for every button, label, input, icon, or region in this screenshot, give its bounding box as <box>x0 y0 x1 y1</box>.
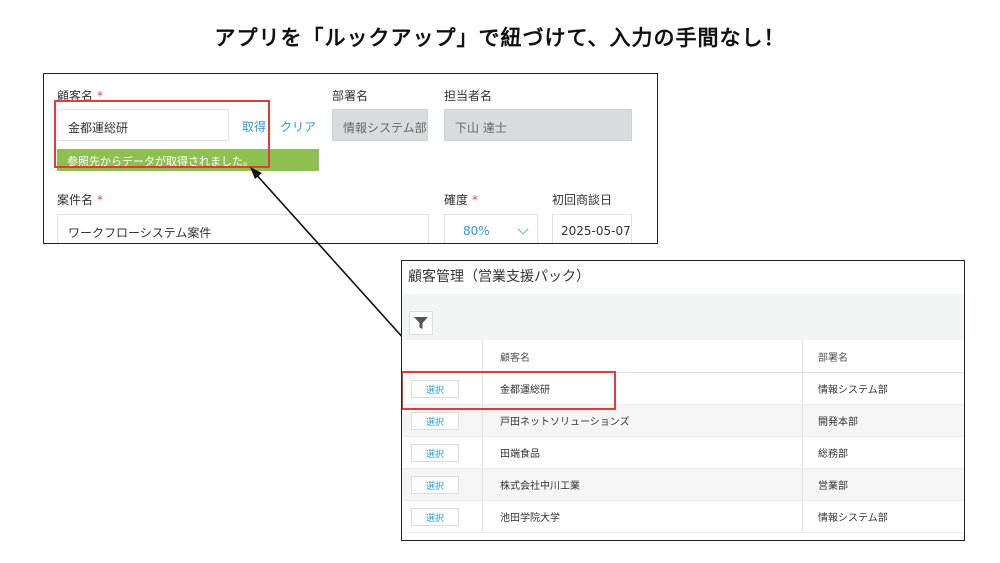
select-button[interactable]: 選択 <box>411 412 459 430</box>
select-button[interactable]: 選択 <box>411 476 459 494</box>
lookup-list-panel: 顧客管理（営業支援パック） 顧客名 部署名 選択 金都運総研 情報システム部 選… <box>401 260 965 541</box>
filter-icon <box>414 317 428 329</box>
selected-row-highlight-box <box>402 371 616 410</box>
table-row: 選択 池田学院大学 情報システム部 <box>402 501 964 533</box>
column-header-customer: 顧客名 <box>500 352 530 364</box>
row-department: 情報システム部 <box>818 513 888 524</box>
lookup-table: 顧客名 部署名 選択 金都運総研 情報システム部 選択 戸田ネットソリューション… <box>402 340 964 533</box>
row-department: 営業部 <box>818 481 848 492</box>
row-customer: 株式会社中川工業 <box>500 481 580 492</box>
row-customer: 池田学院大学 <box>500 513 560 524</box>
list-title: 顧客管理（営業支援パック） <box>408 269 590 285</box>
row-department: 開発本部 <box>818 417 858 428</box>
list-toolbar <box>402 294 964 340</box>
row-department: 総務部 <box>818 449 848 460</box>
table-header: 顧客名 部署名 <box>402 340 964 373</box>
table-row: 選択 株式会社中川工業 営業部 <box>402 469 964 501</box>
column-header-department: 部署名 <box>818 352 848 364</box>
row-customer: 田端食品 <box>500 449 540 460</box>
select-button[interactable]: 選択 <box>411 444 459 462</box>
connector-arrowhead <box>250 167 262 179</box>
row-department: 情報システム部 <box>818 385 888 396</box>
filter-button[interactable] <box>409 311 433 335</box>
table-row: 選択 田端食品 総務部 <box>402 437 964 469</box>
select-button[interactable]: 選択 <box>411 508 459 526</box>
